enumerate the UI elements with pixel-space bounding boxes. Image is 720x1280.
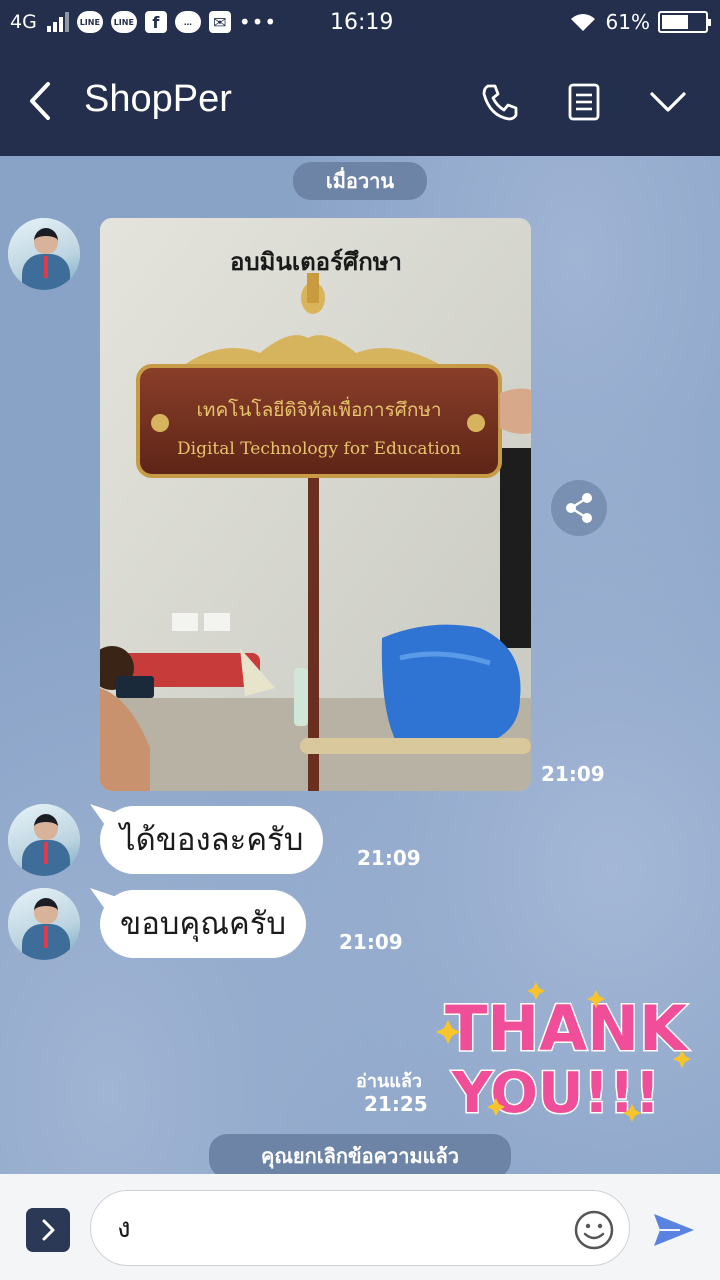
chat-area[interactable]: เมื่อวาน อบมินเตอร์ศึกษา เทคโนโลยีดิจิทั… [0, 156, 720, 1174]
message-time: 21:09 [357, 846, 421, 870]
message-input[interactable] [90, 1190, 630, 1266]
status-time: 16:19 [330, 10, 394, 35]
avatar[interactable] [8, 888, 80, 960]
more-notifications-icon: ••• [238, 10, 278, 34]
chat-header: ShopPer [0, 48, 720, 156]
shopping-notification-icon: ✉ [208, 11, 231, 33]
status-left: 4G LINE LINE f … ✉ ••• [10, 10, 277, 34]
battery-fill [662, 15, 688, 29]
send-icon[interactable] [650, 1206, 698, 1254]
message-time: 21:25 [364, 1092, 428, 1116]
signal-icon [46, 12, 69, 32]
network-type: 4G [10, 11, 37, 33]
read-receipt: อ่านแล้ว [356, 1071, 422, 1092]
image-message[interactable]: อบมินเตอร์ศึกษา เทคโนโลยีดิจิทัลเพื่อการ… [100, 218, 531, 791]
chevron-right-icon[interactable] [26, 1208, 70, 1252]
wall-text: อบมินเตอร์ศึกษา [230, 248, 402, 276]
sign-english-text: Digital Technology for Education [177, 439, 461, 459]
status-bar: 4G LINE LINE f … ✉ ••• 16:19 61% [0, 0, 720, 48]
share-icon[interactable] [551, 480, 607, 536]
phone-icon[interactable] [478, 80, 522, 124]
sign-thai-text: เทคโนโลยีดิจิทัลเพื่อการศึกษา [196, 396, 441, 421]
chevron-down-icon[interactable] [646, 80, 690, 124]
wifi-icon [570, 14, 595, 31]
battery-icon [658, 11, 711, 33]
sign-photo: อบมินเตอร์ศึกษา เทคโนโลยีดิจิทัลเพื่อการ… [100, 218, 531, 791]
facebook-notification-icon: f [144, 11, 167, 33]
battery-percent: 61% [605, 10, 650, 34]
sticker-line-1: THANK [445, 992, 689, 1065]
text-message-bubble[interactable]: ขอบคุณครับ [100, 890, 307, 958]
messenger-notification-icon: … [174, 11, 201, 33]
note-icon[interactable] [562, 80, 606, 124]
text-message-bubble[interactable]: ได้ของละครับ [100, 806, 324, 874]
line-notification-icon-2: LINE [110, 11, 137, 33]
status-right: 61% [568, 10, 711, 34]
avatar[interactable] [8, 218, 80, 290]
chat-title: ShopPer [84, 78, 232, 120]
sticker-line-2: YOU!!! [451, 1061, 660, 1126]
unsent-notice: คุณยกเลิกข้อความแล้ว [209, 1134, 511, 1174]
smiley-icon[interactable] [572, 1208, 616, 1252]
line-notification-icon: LINE [76, 11, 103, 33]
message-time: 21:09 [339, 930, 403, 954]
thank-you-sticker[interactable]: THANK YOU!!! [436, 980, 696, 1130]
avatar[interactable] [8, 804, 80, 876]
date-separator: เมื่อวาน [293, 162, 427, 200]
input-bar [0, 1174, 720, 1280]
back-button[interactable] [22, 78, 62, 124]
message-time: 21:09 [541, 762, 605, 786]
